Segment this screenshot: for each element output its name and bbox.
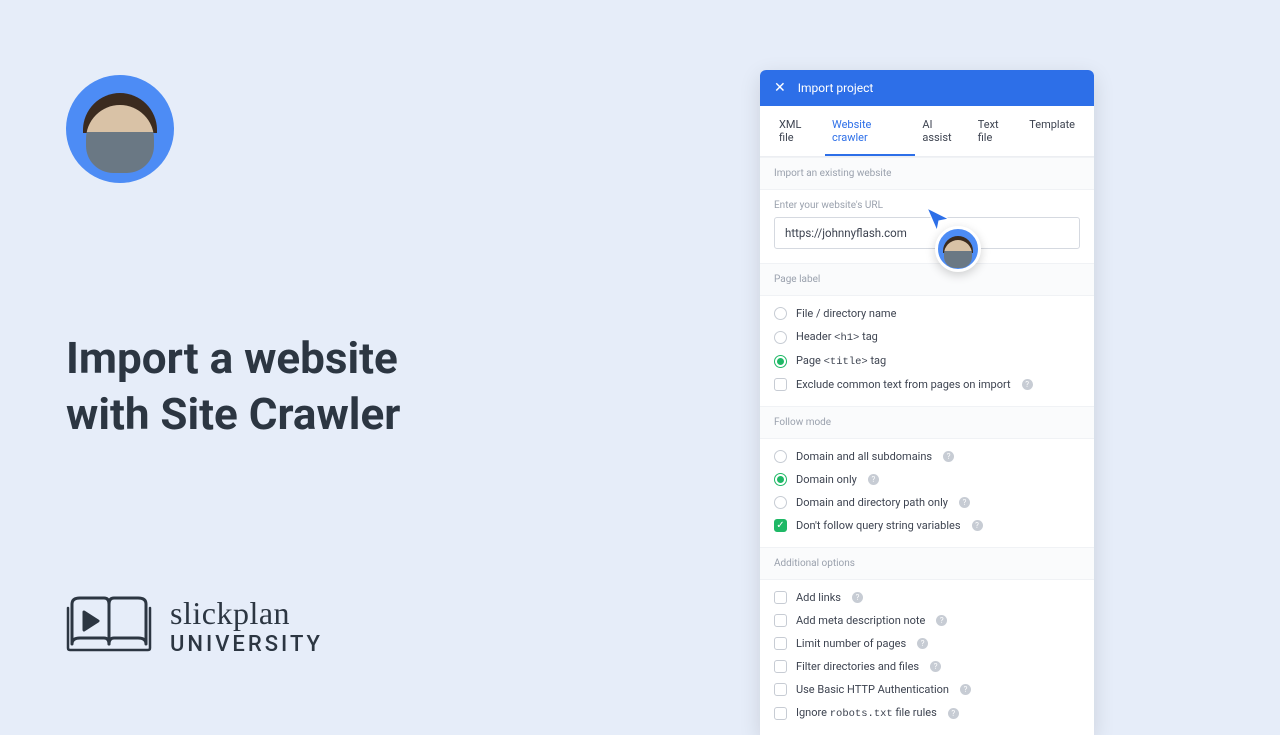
option-label: Don't follow query string variables [796, 519, 961, 532]
help-icon[interactable]: ? [959, 497, 970, 508]
checkbox-control[interactable] [774, 378, 787, 391]
section-follow-mode: Follow mode [760, 406, 1094, 439]
option-row: ✓ Don't follow query string variables? [760, 514, 1094, 537]
option-label: Header <h1> tag [796, 330, 878, 344]
help-icon[interactable]: ? [852, 592, 863, 603]
option-label: Limit number of pages [796, 637, 906, 650]
option-label: Page <title> tag [796, 354, 886, 368]
option-row: Exclude common text from pages on import… [760, 373, 1094, 396]
tab-website-crawler[interactable]: Website crawler [825, 106, 915, 156]
help-icon[interactable]: ? [972, 520, 983, 531]
close-icon[interactable]: ✕ [774, 80, 786, 96]
option-label: Filter directories and files [796, 660, 919, 673]
option-label: File / directory name [796, 307, 896, 320]
tab-ai-assist[interactable]: AI assist [915, 106, 970, 156]
option-row: Domain only? [760, 468, 1094, 491]
section-import-label: Import an existing website [760, 157, 1094, 190]
checkbox-control[interactable] [774, 637, 787, 650]
section-additional: Additional options [760, 547, 1094, 580]
option-row: Filter directories and files? [760, 655, 1094, 678]
option-label: Use Basic HTTP Authentication [796, 683, 949, 696]
option-row: Ignore robots.txt file rules? [760, 701, 1094, 725]
tab-text-file[interactable]: Text file [971, 106, 1023, 156]
checkbox-control[interactable] [774, 660, 787, 673]
option-label: Domain only [796, 473, 857, 486]
option-label: Add meta description note [796, 614, 925, 627]
help-icon[interactable]: ? [868, 474, 879, 485]
panel-header: ✕ Import project [760, 70, 1094, 106]
radio-control[interactable] [774, 450, 787, 463]
option-label: Domain and all subdomains [796, 450, 932, 463]
help-icon[interactable]: ? [1022, 379, 1033, 390]
radio-control[interactable] [774, 496, 787, 509]
tab-template[interactable]: Template [1022, 106, 1082, 156]
option-row: Domain and all subdomains? [760, 445, 1094, 468]
option-row: Limit number of pages? [760, 632, 1094, 655]
panel-title: Import project [798, 81, 874, 95]
help-icon[interactable]: ? [960, 684, 971, 695]
book-play-icon [66, 594, 152, 658]
checkbox-control[interactable] [774, 683, 787, 696]
import-project-panel: ✕ Import project XML fileWebsite crawler… [760, 70, 1094, 735]
radio-control[interactable] [774, 473, 787, 486]
help-icon[interactable]: ? [917, 638, 928, 649]
option-label: Ignore robots.txt file rules [796, 706, 937, 720]
help-icon[interactable]: ? [948, 708, 959, 719]
option-row: Add links? [760, 586, 1094, 609]
help-icon[interactable]: ? [943, 451, 954, 462]
radio-control[interactable] [774, 355, 787, 368]
section-page-label: Page label [760, 263, 1094, 296]
checkbox-control[interactable] [774, 591, 787, 604]
brand-logo: slickplan UNIVERSITY [66, 594, 323, 658]
option-label: Add links [796, 591, 841, 604]
checkbox-control[interactable] [774, 614, 787, 627]
page-title: Import a websitewith Site Crawler [66, 330, 400, 443]
brand-name: slickplan [170, 595, 323, 632]
option-row: Domain and directory path only? [760, 491, 1094, 514]
option-row: File / directory name [760, 302, 1094, 325]
radio-control[interactable] [774, 331, 787, 344]
option-label: Domain and directory path only [796, 496, 948, 509]
panel-tabs: XML fileWebsite crawlerAI assistText fil… [760, 106, 1094, 157]
option-row: Page <title> tag [760, 349, 1094, 373]
checkbox-control[interactable]: ✓ [774, 519, 787, 532]
help-icon[interactable]: ? [936, 615, 947, 626]
option-label: Exclude common text from pages on import [796, 378, 1011, 391]
checkbox-control[interactable] [774, 707, 787, 720]
help-icon[interactable]: ? [930, 661, 941, 672]
tab-xml-file[interactable]: XML file [772, 106, 825, 156]
option-row: Header <h1> tag [760, 325, 1094, 349]
option-row: Use Basic HTTP Authentication? [760, 678, 1094, 701]
radio-control[interactable] [774, 307, 787, 320]
presenter-avatar [66, 75, 174, 183]
brand-subtitle: UNIVERSITY [170, 632, 323, 657]
cursor-avatar [935, 226, 981, 272]
option-row: Add meta description note? [760, 609, 1094, 632]
